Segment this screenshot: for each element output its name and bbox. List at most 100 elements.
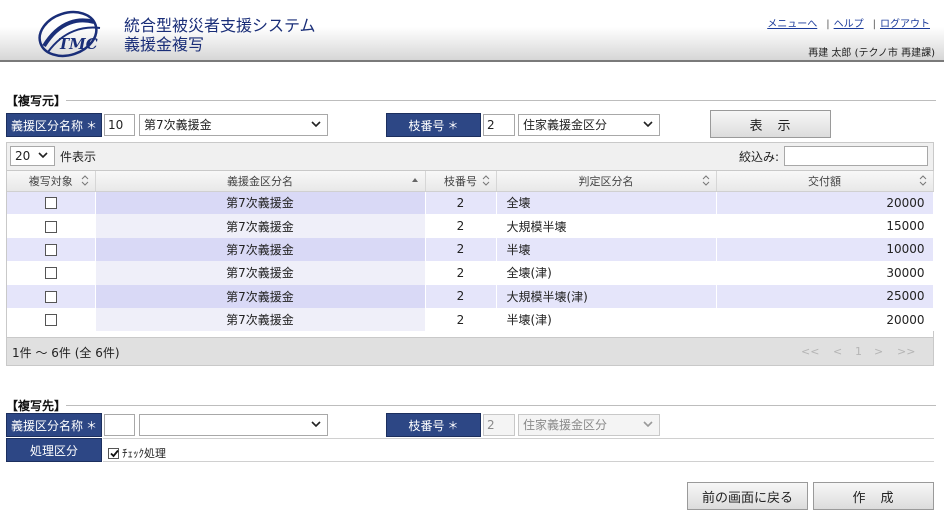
table-row[interactable]: 第7次義援金 2 大規模半壊(津) 25000 — [7, 284, 934, 308]
branch-cell: 2 — [425, 284, 497, 308]
target-category-select[interactable] — [139, 414, 328, 436]
judge-cell: 大規模半壊 — [496, 214, 717, 238]
check-process-option[interactable]: ﾁｪｯｸ処理 — [108, 445, 166, 461]
row-checkbox[interactable] — [44, 220, 57, 233]
select-value: 第7次義援金 — [144, 118, 212, 132]
column-header-target[interactable]: 複写対象 — [7, 171, 96, 192]
table-row[interactable]: 第7次義援金 2 全壊 20000 — [7, 191, 934, 215]
judge-cell: 半壊(津) — [496, 307, 717, 332]
target-cell — [7, 261, 96, 285]
column-header-branch[interactable]: 枝番号 — [425, 171, 497, 192]
row-checkbox[interactable] — [44, 267, 57, 280]
table-row[interactable]: 第7次義援金 2 半壊 10000 — [7, 237, 934, 262]
source-branch-select[interactable]: 住家義援金区分 — [518, 114, 660, 136]
branch-cell: 2 — [425, 261, 497, 285]
show-button[interactable]: 表 示 — [710, 110, 831, 138]
target-branch-select: 住家義援金区分 — [518, 414, 660, 436]
select-value: 住家義援金区分 — [523, 118, 608, 132]
help-link[interactable]: ヘルプ — [834, 19, 864, 30]
branch-cell: 2 — [425, 214, 497, 238]
branch-cell: 2 — [425, 307, 497, 332]
select-value: 20 — [15, 149, 31, 163]
row-checkbox[interactable] — [44, 197, 57, 210]
required-mark: ＊ — [86, 419, 97, 432]
target-cell — [7, 307, 96, 332]
branch-cell: 2 — [425, 191, 497, 215]
amount-cell: 25000 — [716, 284, 934, 308]
target-cell — [7, 284, 96, 308]
pager-next-button[interactable]: > — [874, 345, 883, 358]
column-label: 判定区分名 — [578, 174, 634, 188]
table-row[interactable]: 第7次義援金 2 半壊(津) 20000 — [7, 307, 934, 332]
target-category-label: 義援区分名称＊ — [6, 413, 102, 437]
amount-cell: 20000 — [716, 307, 934, 332]
create-button[interactable]: 作 成 — [813, 482, 934, 510]
row-checkbox[interactable] — [44, 314, 57, 327]
source-branch-code-input[interactable]: 2 — [483, 114, 515, 136]
row-checkbox[interactable] — [44, 243, 57, 256]
page-title: 義援金複写 — [124, 35, 205, 54]
judge-cell: 全壊 — [496, 191, 717, 215]
column-header-judge[interactable]: 判定区分名 — [496, 171, 717, 192]
section-divider — [66, 405, 936, 406]
fund-cell: 第7次義援金 — [95, 307, 426, 332]
sort-icon — [919, 175, 926, 186]
chevron-down-icon — [38, 152, 48, 159]
sort-icon — [81, 175, 88, 186]
logo-text: TMC — [58, 35, 98, 53]
source-branch-label: 枝番号＊ — [386, 113, 481, 137]
check-process-checkbox[interactable] — [108, 447, 119, 459]
process-row — [103, 438, 934, 462]
label-text: 義援区分名称 — [10, 118, 83, 133]
label-text: 義援区分名称 — [10, 418, 83, 433]
pager-first-button[interactable]: << — [801, 345, 819, 358]
table-row[interactable]: 第7次義援金 2 全壊(津) 30000 — [7, 261, 934, 285]
chevron-down-icon — [643, 121, 653, 128]
column-label: 複写対象 — [28, 174, 73, 188]
back-button[interactable]: 前の画面に戻る — [687, 482, 808, 510]
fund-cell: 第7次義援金 — [95, 214, 426, 238]
row-checkbox[interactable] — [44, 290, 57, 303]
column-label: 交付額 — [808, 174, 841, 188]
fund-cell: 第7次義援金 — [95, 191, 426, 215]
filter-input[interactable] — [784, 146, 928, 166]
required-mark: ＊ — [447, 119, 459, 132]
branch-cell: 2 — [425, 237, 497, 262]
page-size-select[interactable]: 20 — [10, 146, 55, 166]
chevron-down-icon — [311, 121, 321, 128]
top-links: メニューへ | ヘルプ | ログアウト — [767, 15, 930, 30]
judge-cell: 全壊(津) — [496, 261, 717, 285]
fund-cell: 第7次義援金 — [95, 237, 426, 262]
judge-cell: 半壊 — [496, 237, 717, 262]
target-section-title: 【複写先】 — [6, 399, 67, 413]
app-header: TMC 統合型被災者支援システム 義援金複写 メニューへ | ヘルプ | ログアウト 再… — [0, 0, 944, 62]
source-category-code-input[interactable]: 10 — [104, 114, 135, 136]
required-mark: ＊ — [86, 119, 97, 132]
menu-link[interactable]: メニューへ — [767, 19, 817, 30]
required-mark: ＊ — [447, 419, 459, 432]
target-cell — [7, 237, 96, 262]
amount-cell: 30000 — [716, 261, 934, 285]
label-text: 枝番号 — [408, 118, 445, 133]
source-category-select[interactable]: 第7次義援金 — [139, 114, 328, 136]
column-header-amount[interactable]: 交付額 — [716, 171, 934, 192]
logout-link[interactable]: ログアウト — [880, 19, 930, 30]
target-branch-code-input: 2 — [483, 414, 515, 436]
pager-page-button[interactable]: 1 — [855, 345, 862, 358]
system-title: 統合型被災者支援システム — [124, 16, 316, 35]
target-cell — [7, 214, 96, 238]
pager-prev-button[interactable]: < — [833, 345, 842, 358]
chevron-down-icon — [643, 421, 653, 428]
pager-last-button[interactable]: >> — [897, 345, 915, 358]
fund-cell: 第7次義援金 — [95, 261, 426, 285]
section-divider — [66, 100, 936, 101]
sort-asc-icon — [411, 178, 418, 182]
sort-icon — [482, 175, 489, 186]
filter-label: 絞込み: — [739, 150, 780, 164]
table-row[interactable]: 第7次義援金 2 大規模半壊 15000 — [7, 214, 934, 238]
grid-header-row: 複写対象 義援金区分名 枝番号 判定区分名 交付額 — [7, 171, 934, 192]
column-header-fund[interactable]: 義援金区分名 — [95, 171, 426, 192]
user-info: 再建 太郎 (テクノ市 再建課) — [808, 48, 935, 59]
source-section-title: 【複写元】 — [6, 94, 67, 108]
target-category-code-input[interactable] — [104, 414, 135, 436]
